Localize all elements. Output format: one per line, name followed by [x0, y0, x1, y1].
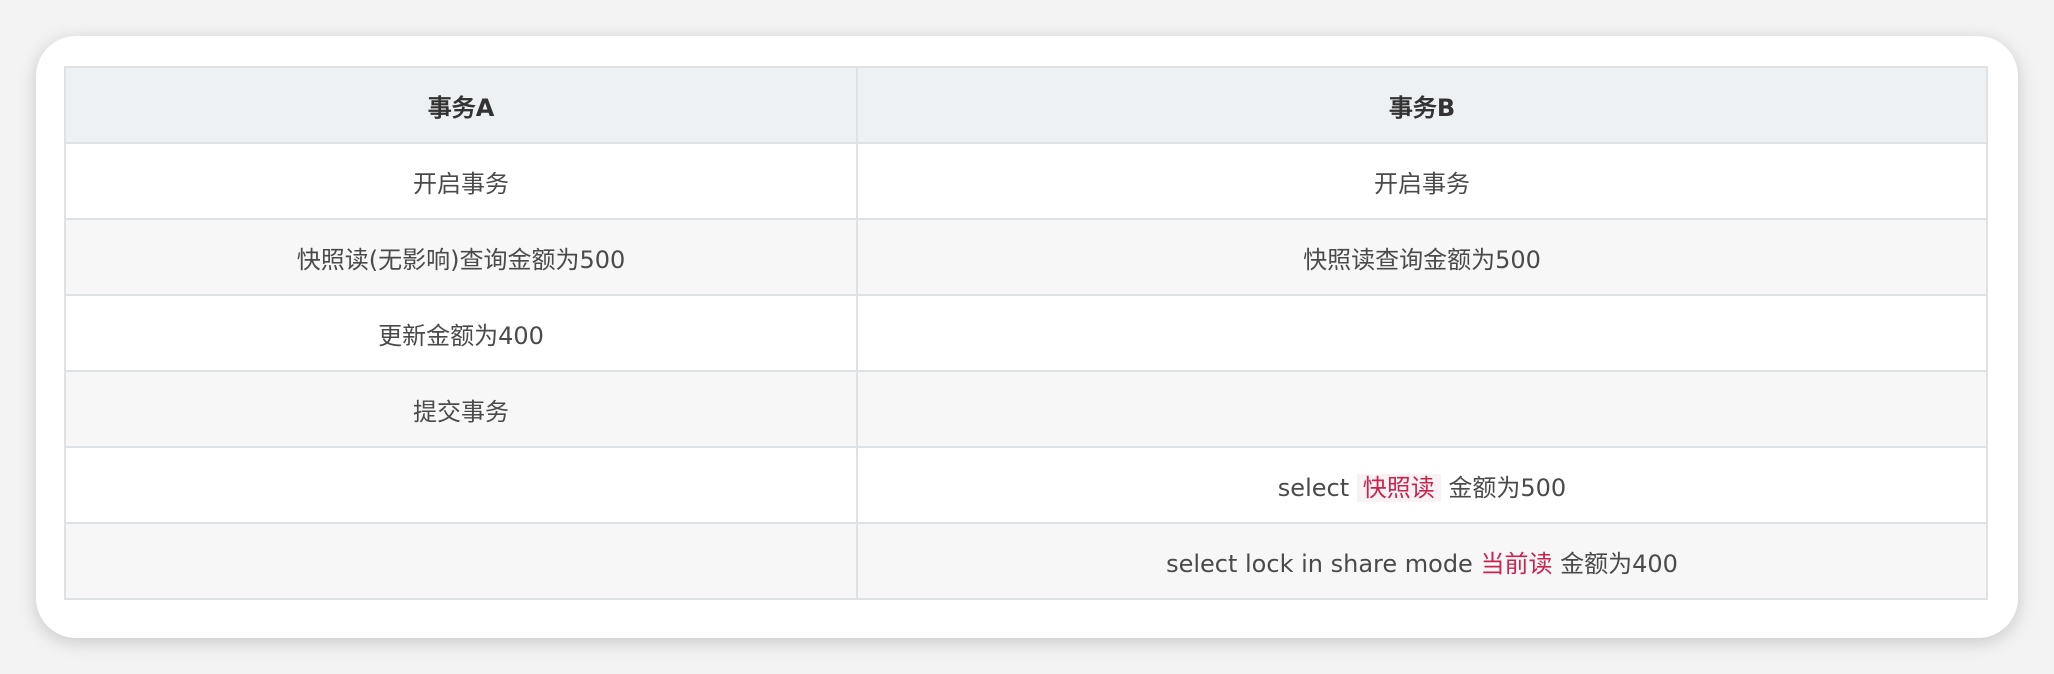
header-transaction-a: 事务A [64, 66, 858, 144]
cell-a: 开启事务 [64, 142, 858, 220]
cell-b [856, 294, 1988, 372]
cell-a: 快照读(无影响)查询金额为500 [64, 218, 858, 296]
content-card: 事务A 事务B 开启事务 开启事务 快照读(无影响)查询金额为500 快照读查询… [36, 36, 2018, 638]
table-row: select 快照读 金额为500 [64, 446, 1988, 524]
highlight-snapshot-read: 快照读 [1356, 473, 1441, 502]
table-row: 开启事务 开启事务 [64, 142, 1988, 220]
cell-b: select 快照读 金额为500 [856, 446, 1988, 524]
cell-b-suffix: 金额为400 [1560, 549, 1678, 578]
cell-b: select lock in share mode 当前读 金额为400 [856, 522, 1988, 600]
table-row: 提交事务 [64, 370, 1988, 448]
table-row: 更新金额为400 [64, 294, 1988, 372]
cell-a: 更新金额为400 [64, 294, 858, 372]
table-row: select lock in share mode 当前读 金额为400 [64, 522, 1988, 600]
header-transaction-b: 事务B [856, 66, 1988, 144]
cell-b [856, 370, 1988, 448]
cell-b-prefix: select lock in share mode [1166, 549, 1473, 578]
cell-a [64, 446, 858, 524]
cell-a: 提交事务 [64, 370, 858, 448]
table-header-row: 事务A 事务B [64, 66, 1988, 144]
cell-b-prefix: select [1277, 473, 1350, 502]
highlight-current-read: 当前读 [1480, 549, 1553, 578]
cell-b: 开启事务 [856, 142, 1988, 220]
cell-b-suffix: 金额为500 [1448, 473, 1567, 502]
cell-b: 快照读查询金额为500 [856, 218, 1988, 296]
table-row: 快照读(无影响)查询金额为500 快照读查询金额为500 [64, 218, 1988, 296]
cell-a [64, 522, 858, 600]
transaction-table: 事务A 事务B 开启事务 开启事务 快照读(无影响)查询金额为500 快照读查询… [64, 66, 1988, 600]
